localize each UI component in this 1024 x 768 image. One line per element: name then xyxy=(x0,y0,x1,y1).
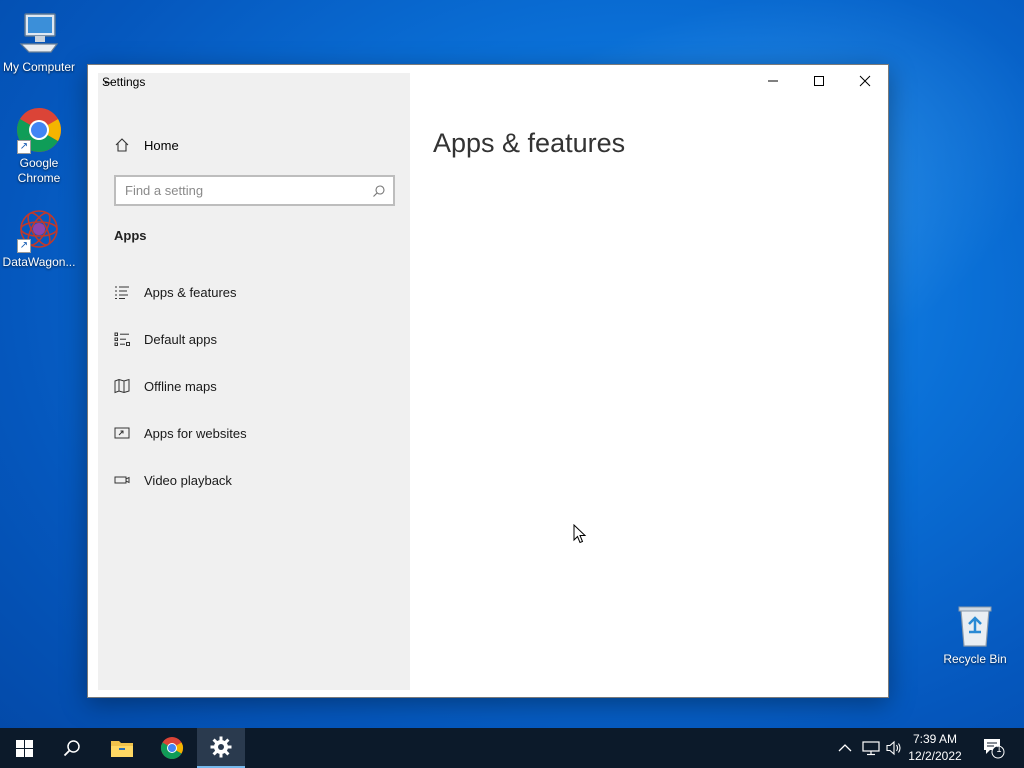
close-button[interactable] xyxy=(842,65,888,97)
sidebar-item-default-apps[interactable]: Default apps xyxy=(106,324,396,354)
search-icon xyxy=(63,740,80,757)
sidebar-item-apps-for-websites[interactable]: Apps for websites xyxy=(106,418,396,448)
map-icon xyxy=(106,378,144,394)
recycle-bin-icon xyxy=(951,602,999,650)
desktop-icon-datawagon[interactable]: ↗ DataWagon... xyxy=(0,205,78,270)
taskbar-chrome[interactable] xyxy=(148,728,196,768)
sidebar-item-label: Apps for websites xyxy=(144,425,247,441)
sidebar-item-offline-maps[interactable]: Offline maps xyxy=(106,371,396,401)
chrome-icon xyxy=(161,737,183,759)
desktop-icon-google-chrome[interactable]: ↗ Google Chrome xyxy=(0,106,78,186)
website-app-icon xyxy=(106,425,144,441)
search-icon xyxy=(372,184,386,203)
list-icon xyxy=(106,284,144,300)
desktop-icon-my-computer[interactable]: My Computer xyxy=(0,10,78,75)
sidebar-item-label: Offline maps xyxy=(144,378,217,394)
video-icon xyxy=(106,472,144,488)
notification-count-badge: 1 xyxy=(996,744,1002,754)
shortcut-arrow-icon: ↗ xyxy=(17,239,31,253)
desktop-icon-label: Recycle Bin xyxy=(943,652,1007,666)
nav-home-label: Home xyxy=(144,137,179,153)
mouse-cursor-icon xyxy=(573,523,587,549)
clock-date: 12/2/2022 xyxy=(908,749,962,763)
desktop-icon-recycle-bin[interactable]: Recycle Bin xyxy=(936,602,1014,667)
shortcut-arrow-icon: ↗ xyxy=(17,140,31,154)
home-icon xyxy=(106,137,144,153)
sidebar-item-apps-features[interactable]: Apps & features xyxy=(106,277,396,307)
clock-time: 7:39 AM xyxy=(912,732,958,746)
minimize-icon xyxy=(768,80,778,82)
show-hidden-icons-button[interactable] xyxy=(838,728,852,768)
folder-icon xyxy=(111,741,133,757)
windows-logo-icon xyxy=(15,739,33,757)
network-icon xyxy=(862,741,880,756)
minimize-button[interactable] xyxy=(750,65,796,97)
maximize-button[interactable] xyxy=(796,65,842,97)
window-title: Settings xyxy=(102,75,146,89)
taskbar-clock[interactable]: 7:39 AM 12/2/2022 xyxy=(899,731,971,765)
computer-icon xyxy=(15,10,63,58)
sidebar-item-label: Apps & features xyxy=(144,284,237,300)
taskbar-file-explorer[interactable] xyxy=(98,728,146,768)
section-title-apps: Apps xyxy=(114,228,147,243)
settings-window: ← Settings Home Apps Apps & features Def… xyxy=(87,64,889,698)
taskbar-settings[interactable] xyxy=(197,728,245,768)
desktop-icon-label: Google Chrome xyxy=(17,156,61,185)
sidebar-item-label: Video playback xyxy=(144,472,232,488)
page-title: Apps & features xyxy=(433,128,626,158)
search-box[interactable] xyxy=(114,175,395,206)
taskbar: 7:39 AM 12/2/2022 1 xyxy=(0,728,1024,768)
desktop-icon-label: My Computer xyxy=(2,60,76,74)
close-icon xyxy=(859,75,871,87)
chevron-up-icon xyxy=(838,744,852,752)
desktop-icon-label: DataWagon... xyxy=(2,255,76,269)
chrome-icon: ↗ xyxy=(15,106,63,154)
sidebar-item-label: Default apps xyxy=(144,331,217,347)
maximize-icon xyxy=(814,76,824,86)
default-apps-icon xyxy=(106,331,144,347)
gear-icon xyxy=(210,736,232,758)
action-center-button[interactable]: 1 xyxy=(982,728,1006,768)
sidebar-item-video-playback[interactable]: Video playback xyxy=(106,465,396,495)
nav-home[interactable]: Home xyxy=(106,133,179,157)
taskbar-search-button[interactable] xyxy=(48,728,96,768)
network-status-button[interactable] xyxy=(862,728,880,768)
search-input[interactable] xyxy=(116,177,393,204)
datawagon-icon: ↗ xyxy=(15,205,63,253)
start-button[interactable] xyxy=(0,728,48,768)
